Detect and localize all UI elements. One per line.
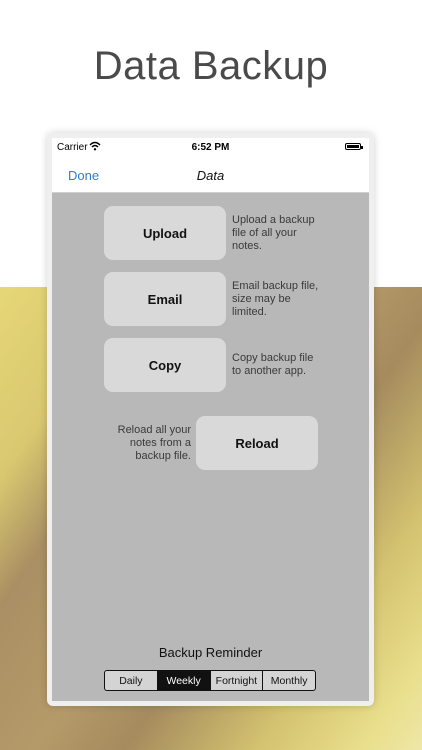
- email-button[interactable]: Email: [104, 272, 226, 326]
- segment-monthly[interactable]: Monthly: [263, 671, 315, 690]
- navigation-bar: Done Data: [52, 156, 369, 193]
- copy-description: Copy backup file to another app.: [232, 352, 314, 377]
- phone-frame: Carrier 6:52 PM Done Data Upload Upload …: [47, 133, 374, 706]
- promo-headline: Data Backup: [93, 44, 329, 88]
- segment-weekly[interactable]: Weekly: [157, 671, 211, 690]
- reload-button[interactable]: Reload: [196, 416, 318, 470]
- reminder-segmented-control: Daily Weekly Fortnight Monthly: [104, 670, 316, 691]
- email-description: Email backup file, size may be limited.: [232, 280, 319, 318]
- status-time: 6:52 PM: [191, 142, 230, 153]
- segment-fortnight[interactable]: Fortnight: [211, 671, 264, 690]
- battery-icon: [345, 143, 363, 150]
- reload-description: Reload all your notes from a backup file…: [117, 424, 191, 462]
- segment-daily[interactable]: Daily: [105, 671, 158, 690]
- upload-description: Upload a backup file of all your notes.: [232, 214, 315, 252]
- upload-button[interactable]: Upload: [104, 206, 226, 260]
- app-screen: Carrier 6:52 PM Done Data Upload Upload …: [52, 138, 369, 701]
- nav-title: Data: [196, 168, 225, 183]
- backup-reminder-label: Backup Reminder: [158, 645, 263, 660]
- status-bar: Carrier 6:52 PM: [52, 138, 369, 156]
- copy-button[interactable]: Copy: [104, 338, 226, 392]
